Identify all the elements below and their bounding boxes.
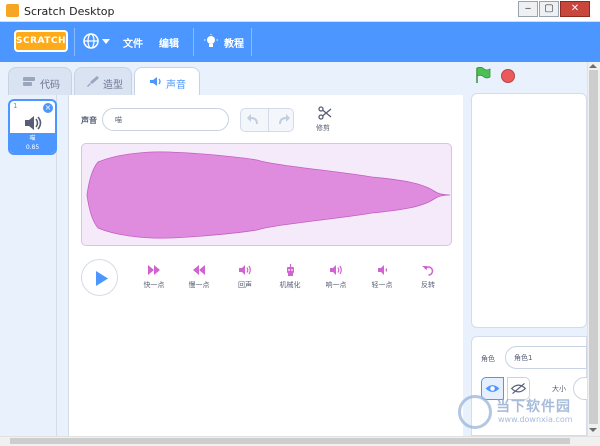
redo-icon [279,114,290,124]
effect-softer-button[interactable]: 轻一点 [364,264,400,290]
delete-sound-button[interactable]: × [43,103,53,113]
echo-icon [238,265,251,275]
watermark: 当下软件园 www.downxia.com [458,393,588,433]
effect-echo-button[interactable]: 回声 [227,264,263,290]
sound-number: 1 [13,102,18,110]
scissors-icon [318,106,332,120]
scratch-logo[interactable]: SCRATCH [14,30,68,52]
sprite-label: 角色 [481,355,495,363]
menu-bar: SCRATCH 文件 编辑 教程 [0,22,600,62]
lightbulb-icon [204,34,218,47]
sound-name-label: 声音 [81,116,97,125]
window-title: Scratch Desktop [24,5,115,18]
tab-sounds-label: 声音 [166,80,186,91]
effect-louder-label: 响一点 [325,281,347,289]
menu-edit[interactable]: 编辑 [159,35,179,50]
code-icon [23,77,35,86]
faster-icon [147,265,160,275]
effect-faster-button[interactable]: 快一点 [136,264,172,290]
effect-robot-button[interactable]: 机械化 [272,264,308,290]
menu-divider [251,28,252,56]
sound-list: 1 × 喵 0.85 [5,95,57,436]
sound-tile-footer: 喵 0.85 [10,133,55,153]
effect-slower-label: 慢一点 [188,281,210,289]
slower-icon [192,265,205,275]
menu-divider [74,28,75,56]
effect-softer-label: 轻一点 [371,281,393,289]
app-icon [6,4,19,17]
menu-file[interactable]: 文件 [123,35,143,50]
waveform [86,151,451,239]
tab-sounds[interactable]: 声音 [134,67,200,96]
sound-name-input[interactable]: 喵 [102,108,229,131]
sound-tile[interactable]: 1 × 喵 0.85 [8,99,57,155]
green-flag-icon[interactable] [475,67,491,83]
play-icon [96,271,108,286]
scroll-up-icon[interactable] [589,64,597,68]
minimize-button[interactable]: ‒ [518,1,538,17]
sound-tile-name: 喵 [29,135,36,142]
speaker-icon [150,77,161,86]
window-titlebar: Scratch Desktop ‒ ▢ ✕ [0,0,600,22]
sprite-name-input[interactable]: 角色1 [505,346,587,369]
watermark-text: 当下软件园 [496,399,571,415]
horizontal-scroll-thumb[interactable] [10,438,570,444]
reverse-icon [421,266,433,276]
menu-divider [193,28,194,56]
menu-tutorials[interactable]: 教程 [224,35,244,50]
speaker-icon [25,116,42,130]
undo-button[interactable] [241,109,268,131]
chevron-down-icon[interactable] [102,39,110,44]
louder-icon [329,265,342,275]
globe-icon[interactable] [83,33,99,49]
effect-reverse-button[interactable]: 反转 [410,264,446,290]
undo-icon [247,114,258,124]
tab-costumes-label: 造型 [103,80,123,91]
redo-button[interactable] [268,109,295,131]
close-button[interactable]: ✕ [560,1,590,17]
play-sound-button[interactable] [81,259,118,296]
tab-code[interactable]: 代码 [8,67,72,95]
softer-icon [377,265,387,275]
sound-tile-duration: 0.85 [25,144,40,151]
effect-slower-button[interactable]: 慢一点 [181,264,217,290]
robot-icon [286,264,294,276]
brush-icon [87,76,99,87]
vertical-scroll-thumb[interactable] [589,70,598,424]
watermark-url: www.downxia.com [498,415,573,424]
undo-redo-group [240,108,294,132]
effect-robot-label: 机械化 [279,281,301,289]
waveform-display[interactable] [81,143,452,246]
watermark-logo [458,395,492,429]
effect-reverse-label: 反转 [421,281,435,289]
maximize-button[interactable]: ▢ [539,1,559,17]
trim-label: 修剪 [316,124,330,132]
tab-code-label: 代码 [40,80,60,91]
stage-canvas[interactable] [471,93,587,328]
scroll-down-icon[interactable] [589,428,597,432]
tab-costumes[interactable]: 造型 [74,67,132,95]
effect-faster-label: 快一点 [143,281,165,289]
stop-icon[interactable] [501,69,515,83]
effect-echo-label: 回声 [238,281,252,289]
effect-louder-button[interactable]: 响一点 [318,264,354,290]
